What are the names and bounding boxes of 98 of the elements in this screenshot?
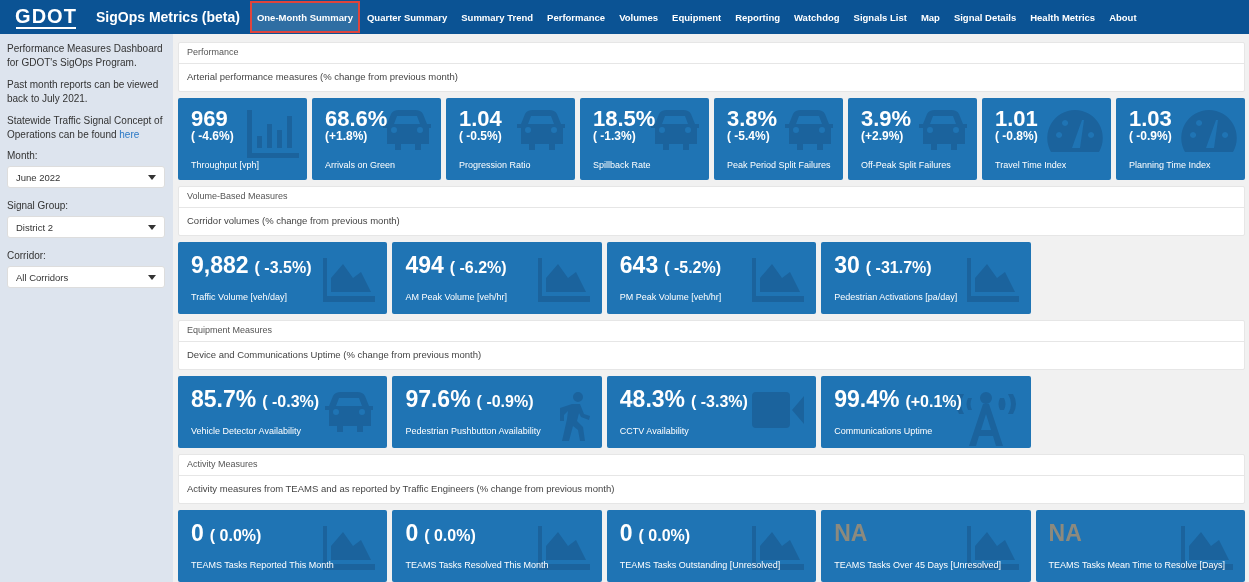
caret-icon [148, 174, 156, 180]
metric-change: ( 0.0%) [638, 527, 691, 545]
metric-label: CCTV Availability [619, 426, 690, 436]
nav-tab[interactable]: Reporting [728, 1, 787, 33]
dropdown-field[interactable]: June 2022 [7, 166, 165, 188]
metric-value: 643 [619, 254, 659, 277]
section-title: Equipment Measures [179, 321, 1244, 342]
metric-change: ( -0.9%) [1129, 130, 1173, 144]
nav-tab[interactable]: Map [913, 1, 947, 33]
metric-change: ( 0.0%) [424, 527, 476, 545]
metric-label: Off-Peak Split Failures [861, 160, 952, 170]
metric-change: (+2.9%) [861, 130, 905, 144]
metric-label: Arrivals on Green [325, 160, 397, 170]
metric-change: ( -31.7%) [865, 259, 932, 277]
metric-label: TEAMS Tasks Over 45 Days [Unresolved] [834, 560, 1003, 570]
sidebar-text: Past month reports can be viewed back to July 2021. [7, 78, 160, 106]
metric-value: 30 [834, 254, 860, 277]
here-link[interactable]: here [119, 129, 140, 140]
metric-value: NA [834, 522, 868, 545]
nav-tab[interactable]: Performance [540, 1, 613, 33]
metric-label: Pedestrian Activations [pa/day] [834, 292, 959, 302]
metric-change: ( -3.3%) [691, 393, 748, 411]
section-description: Arterial performance measures (% change from previous month) [186, 70, 459, 84]
nav-tab[interactable]: Watchdog [787, 1, 847, 33]
metric-value: 3.8% [727, 108, 778, 130]
metric-value: 969 [191, 108, 228, 130]
metric-value: 494 [405, 254, 444, 277]
metric-value: 48.3% [619, 388, 685, 411]
nav-tab[interactable]: Health Metrics [1023, 1, 1103, 33]
metric-value: 0 [619, 522, 633, 545]
nav-tab[interactable]: About [1102, 1, 1144, 33]
metric-change: ( -0.3%) [262, 393, 320, 411]
nav-tab[interactable]: Summary Trend [454, 1, 541, 33]
nav-tab[interactable]: One-Month Summary [249, 1, 360, 33]
metric-label: Pedestrian Pushbutton Availability [405, 426, 542, 436]
caret-icon [148, 274, 156, 280]
metric-label: Traffic Volume [veh/day] [191, 292, 289, 302]
section-description: Corridor volumes (% change from previous month) [186, 214, 401, 228]
nav-tab[interactable]: Quarter Summary [360, 1, 455, 33]
metric-value: 99.4% [834, 388, 900, 411]
sidebar-text: Statewide Traffic Signal Concept of Operations can be found here [7, 114, 164, 142]
metric-value: 0 [191, 522, 204, 545]
metric-label: Communications Uptime [834, 426, 934, 436]
metric-label: TEAMS Tasks Resolved This Month [405, 560, 550, 570]
metric-label: TEAMS Tasks Outstanding [Unresolved] [619, 560, 782, 570]
logo[interactable]: GDOT [15, 5, 77, 26]
metric-label: Planning Time Index [1129, 160, 1212, 170]
metric-label: Progression Ratio [459, 160, 532, 170]
metric-change: ( -5.4%) [727, 130, 771, 144]
metric-change: (+0.1%) [905, 393, 962, 411]
metric-change: ( -0.8%) [995, 130, 1039, 144]
field-label: Signal Group: [7, 200, 70, 211]
metric-change: (+1.8%) [325, 130, 369, 144]
metric-label: Throughput [vph] [191, 160, 261, 170]
metric-label: AM Peak Volume [veh/hr] [405, 292, 508, 302]
metric-change: ( -1.3%) [593, 130, 637, 144]
metric-value: 1.03 [1129, 108, 1172, 130]
metric-value: NA [1048, 522, 1082, 545]
field-label: Month: [7, 150, 39, 161]
logo-underline-icon [16, 26, 76, 29]
metric-value: 97.6% [405, 388, 471, 411]
metric-label: TEAMS Tasks Reported This Month [191, 560, 335, 570]
metric-value: 9,882 [191, 254, 249, 277]
dropdown-field[interactable]: District 2 [7, 216, 165, 238]
metric-change: ( -6.2%) [449, 259, 507, 277]
metric-change: ( -0.9%) [476, 393, 534, 411]
metric-value: 1.01 [995, 108, 1038, 130]
metric-change: ( -4.6%) [191, 130, 235, 144]
field-label: Corridor: [7, 250, 47, 261]
metric-change: ( 0.0%) [209, 527, 262, 545]
metric-label: Spillback Rate [593, 160, 652, 170]
nav-tab[interactable]: Signals List [846, 1, 914, 33]
metric-value: 18.5% [593, 108, 656, 130]
metric-value: 85.7% [191, 388, 257, 411]
metric-change: ( -5.2%) [664, 259, 722, 277]
sidebar-text: Performance Measures Dashboard for GDOT's SigOps Program. [7, 42, 164, 70]
caret-icon [148, 224, 156, 230]
section-description: Device and Communications Uptime (% change from previous month) [186, 348, 483, 362]
metric-change: ( -0.5%) [459, 130, 503, 144]
metric-value: 1.04 [459, 108, 502, 130]
metric-label: PM Peak Volume [veh/hr] [619, 292, 723, 302]
metric-value: 3.9% [861, 108, 912, 130]
dropdown-field[interactable]: All Corridors [7, 266, 165, 288]
metric-label: Vehicle Detector Availability [191, 426, 302, 436]
metric-change: ( -3.5%) [254, 259, 312, 277]
section-description: Activity measures from TEAMS and as reported by Traffic Engineers (% change from previous month) [186, 482, 616, 496]
nav-tab[interactable]: Signal Details [946, 1, 1024, 33]
nav-tab[interactable]: Volumes [612, 1, 666, 33]
metric-label: Peak Period Split Failures [727, 160, 830, 170]
section-title: Activity Measures [179, 455, 1244, 476]
app-title: SigOps Metrics (beta) [96, 9, 240, 25]
metric-label: Travel Time Index [995, 160, 1068, 170]
metric-value: 68.6% [325, 108, 388, 130]
section-title: Performance [179, 43, 1244, 64]
nav-tab[interactable]: Equipment [665, 1, 729, 33]
metric-value: 0 [405, 522, 419, 545]
section-title: Volume-Based Measures [179, 187, 1244, 208]
metric-label: TEAMS Tasks Mean Time to Resolve [Days] [1048, 560, 1226, 570]
